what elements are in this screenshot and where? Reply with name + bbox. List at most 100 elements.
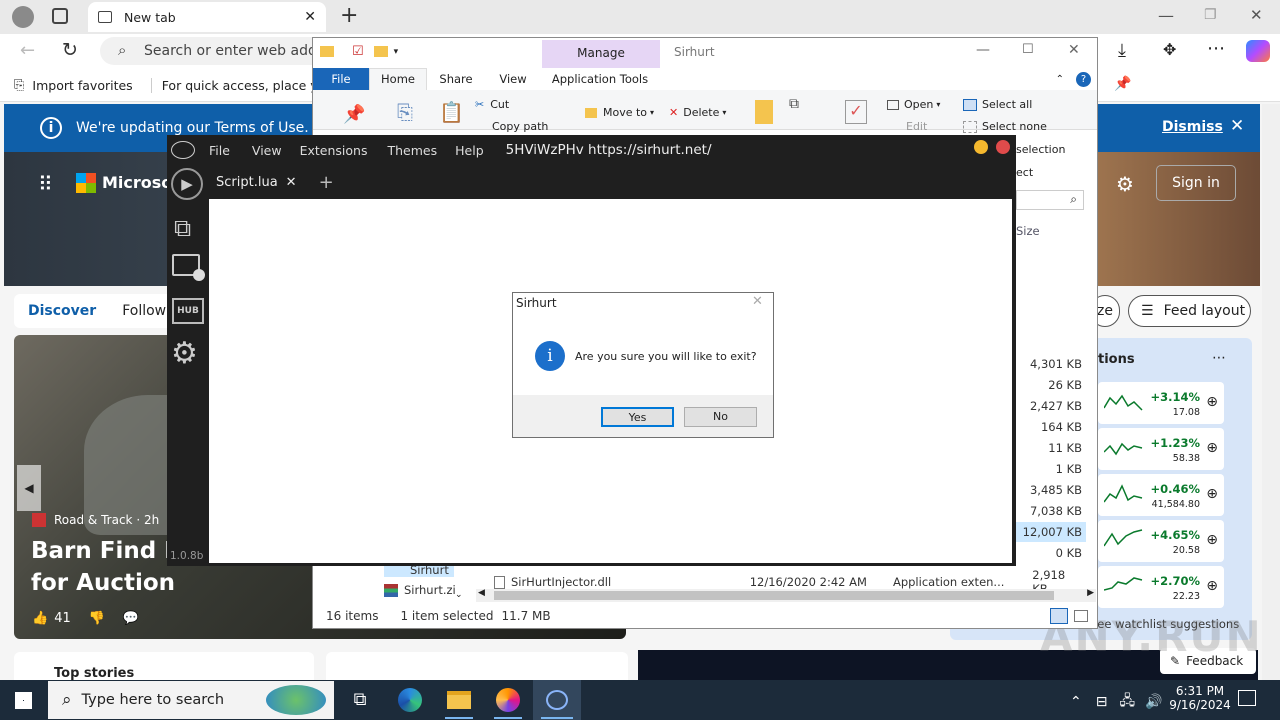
downloads-icon[interactable]: ⤓ — [1118, 40, 1126, 61]
edit-button[interactable]: Edit — [906, 120, 927, 133]
apps-grid-icon[interactable]: ⠿ — [38, 172, 53, 196]
restore-icon[interactable]: ❐ — [1204, 7, 1217, 23]
yes-button[interactable]: Yes — [601, 407, 674, 427]
new-item-icon[interactable]: ⧉ — [789, 96, 799, 112]
sirhurt-minimize-icon[interactable] — [974, 140, 988, 154]
explorer-close-icon[interactable]: ✕ — [1068, 42, 1080, 58]
add-tab-icon[interactable]: + — [319, 172, 334, 193]
new-folder-large-icon[interactable] — [755, 100, 773, 124]
script-tab[interactable]: Script.lua ✕ + — [216, 172, 334, 193]
nav-item-sirhurt-zip[interactable]: Sirhurt.zi — [384, 583, 456, 597]
execute-play-icon[interactable]: ▶ — [171, 168, 203, 200]
stock-item[interactable]: +0.46% 41,584.80 ⊕ — [1098, 474, 1224, 516]
taskbar-clock[interactable]: 6:31 PM 9/16/2024 — [1160, 684, 1240, 712]
add-stock-icon[interactable]: ⊕ — [1206, 486, 1218, 502]
add-stock-icon[interactable]: ⊕ — [1206, 578, 1218, 594]
explorer-maximize-icon[interactable]: ☐ — [1022, 42, 1034, 57]
carousel-prev-icon[interactable]: ◀ — [17, 465, 41, 511]
menu-extensions[interactable]: Extensions — [300, 143, 368, 158]
notifications-icon[interactable] — [1238, 690, 1256, 706]
more-icon[interactable]: ⋯ — [1207, 38, 1225, 59]
script-hub-icon[interactable]: HUB — [172, 298, 204, 324]
start-windows-icon[interactable] — [15, 692, 32, 709]
select-none-button[interactable]: Select none — [963, 120, 1047, 133]
refresh-icon[interactable]: ↻ — [62, 39, 78, 61]
stock-item[interactable]: +2.70% 22.23 ⊕ — [1098, 566, 1224, 608]
feed-layout-button[interactable]: ☰ Feed layout — [1128, 295, 1251, 327]
task-view-icon[interactable]: ⧉ — [336, 680, 384, 720]
details-view-icon[interactable] — [1050, 608, 1068, 624]
qat-dropdown-icon[interactable]: ▾ — [394, 47, 399, 57]
file-explorer-taskbar-icon[interactable] — [435, 680, 483, 720]
menu-file[interactable]: File — [209, 143, 230, 158]
manage-context-tab[interactable]: Manage — [542, 40, 660, 68]
menu-themes[interactable]: Themes — [387, 143, 437, 158]
dialog-close-icon[interactable]: ✕ — [752, 294, 763, 309]
tab-discover[interactable]: Discover — [28, 303, 96, 319]
move-to-button[interactable]: Move to ▾ — [585, 106, 654, 119]
new-folder-icon[interactable] — [373, 46, 388, 57]
explorer-minimize-icon[interactable]: — — [976, 42, 990, 58]
add-stock-icon[interactable]: ⊕ — [1206, 440, 1218, 456]
tab-share[interactable]: Share — [427, 72, 485, 86]
add-stock-icon[interactable]: ⊕ — [1206, 532, 1218, 548]
firefox-taskbar-icon[interactable] — [484, 680, 532, 720]
paste-icon[interactable]: 📋 — [439, 100, 464, 124]
dislike-icon[interactable]: 👎 — [89, 611, 105, 626]
close-script-tab-icon[interactable]: ✕ — [286, 175, 297, 190]
like-icon[interactable]: 👍 — [32, 611, 48, 626]
watchlist-more-icon[interactable]: ⋯ — [1212, 350, 1226, 366]
stock-item[interactable]: +4.65% 20.58 ⊕ — [1098, 520, 1224, 562]
invert-selection-button[interactable]: selection — [1016, 143, 1065, 156]
copy-icon[interactable]: ⎘ — [397, 100, 413, 124]
profile-icon[interactable] — [12, 6, 34, 28]
settings-gear-icon[interactable]: ⚙ — [171, 336, 198, 371]
minimize-icon[interactable]: — — [1158, 6, 1174, 25]
size-cell-selected[interactable]: 12,007 KB — [1016, 522, 1086, 542]
tab-view[interactable]: View — [485, 72, 541, 86]
sirhurt-close-icon[interactable] — [996, 140, 1010, 154]
no-button[interactable]: No — [684, 407, 757, 427]
scroll-thumb[interactable] — [494, 591, 1054, 600]
explorer-search-box[interactable]: ⌕ — [1016, 190, 1084, 210]
comment-icon[interactable]: 💬 — [123, 611, 139, 626]
tab-actions-icon[interactable] — [52, 8, 68, 24]
copy-path-button[interactable]: Copy path — [492, 120, 548, 133]
settings-gear-icon[interactable]: ⚙ — [1116, 172, 1134, 196]
collapse-ribbon-icon[interactable]: ⌃ — [1056, 74, 1064, 85]
add-stock-icon[interactable]: ⊕ — [1206, 394, 1218, 410]
banner-close-icon[interactable]: ✕ — [1230, 116, 1244, 136]
cut-button[interactable]: ✂ Cut — [475, 98, 509, 111]
import-favorites-link[interactable]: Import favorites — [32, 78, 132, 93]
menu-help[interactable]: Help — [455, 143, 484, 158]
select-all-button[interactable]: Select all — [963, 98, 1032, 111]
nav-scroll-down-icon[interactable]: ⌄ — [455, 590, 463, 600]
sign-in-button[interactable]: Sign in — [1156, 165, 1236, 201]
attach-monitor-icon[interactable] — [172, 254, 205, 281]
new-tab-plus-icon[interactable]: + — [340, 3, 358, 28]
extensions-icon[interactable]: ✥ — [1163, 40, 1176, 59]
scripts-icon[interactable]: ⧉ — [174, 214, 191, 242]
scroll-left-icon[interactable]: ◀ — [478, 588, 485, 598]
tab-application-tools[interactable]: Application Tools — [541, 72, 659, 86]
stock-item[interactable]: +3.14% 17.08 ⊕ — [1098, 382, 1224, 424]
help-icon[interactable]: ? — [1076, 71, 1091, 87]
back-icon[interactable]: ← — [20, 40, 35, 61]
close-tab-icon[interactable]: ✕ — [304, 9, 316, 25]
delete-button[interactable]: ✕ Delete ▾ — [669, 106, 726, 119]
page-scrollbar[interactable] — [1262, 104, 1280, 680]
menu-view[interactable]: View — [252, 143, 282, 158]
tab-file[interactable]: File — [313, 68, 369, 90]
large-icons-view-icon[interactable] — [1074, 610, 1088, 622]
properties-large-icon[interactable]: ✓ — [845, 100, 867, 124]
tab-home[interactable]: Home — [369, 68, 427, 90]
dismiss-link[interactable]: Dismiss — [1162, 119, 1223, 135]
network-icon[interactable]: 🖧 — [1119, 690, 1135, 714]
tab-new-tab[interactable]: New tab ✕ — [88, 2, 326, 32]
properties-icon[interactable]: ☑ — [352, 44, 364, 59]
copilot-icon[interactable] — [1246, 40, 1270, 62]
sirhurt-taskbar-icon[interactable] — [533, 680, 581, 720]
network-drive-icon[interactable]: ⊟ — [1096, 694, 1108, 710]
horizontal-scrollbar[interactable]: ◀ ▶ — [476, 588, 1096, 602]
pin-icon[interactable]: 📌 — [1114, 76, 1131, 92]
